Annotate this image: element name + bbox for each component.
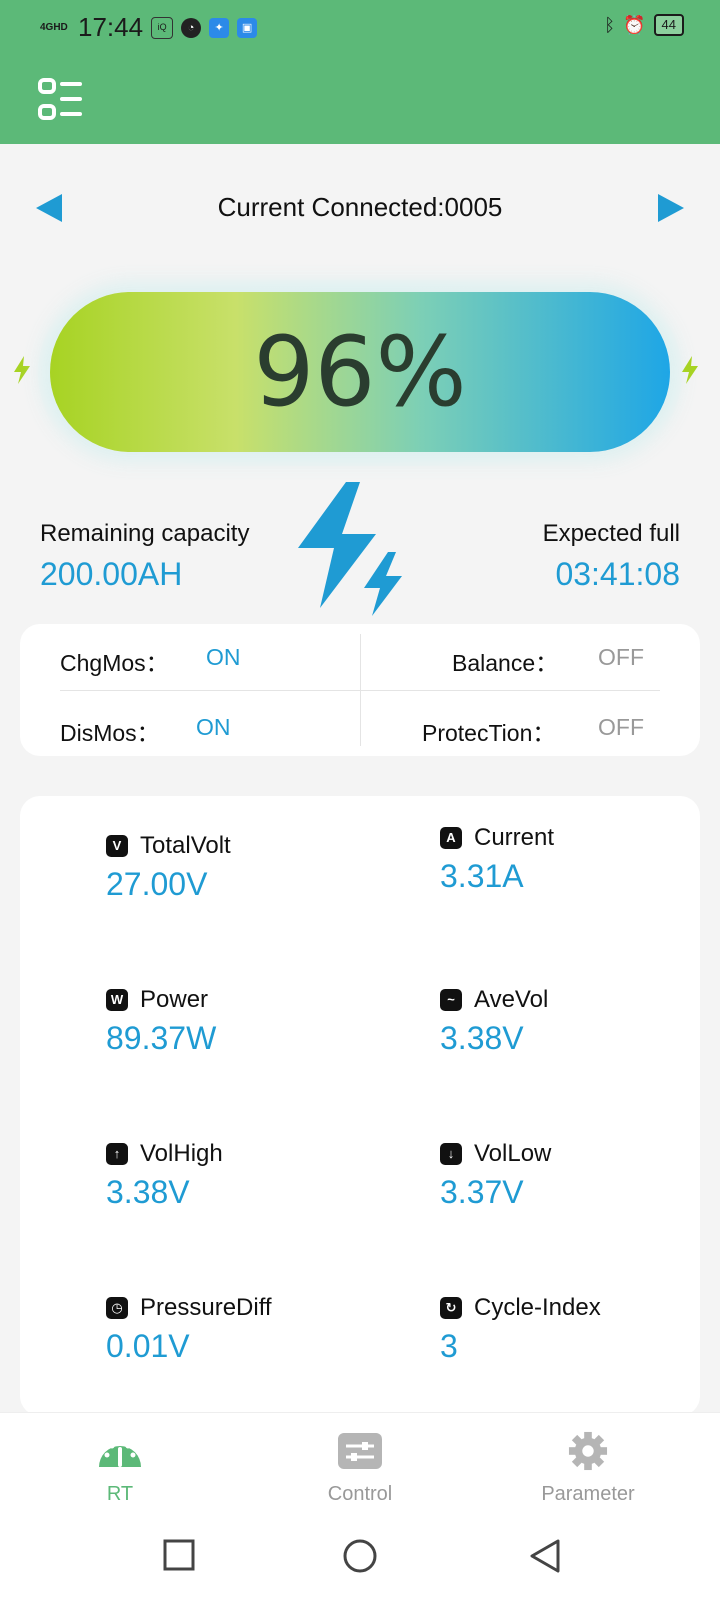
metric-label: Current xyxy=(474,824,555,851)
app-bar xyxy=(0,56,720,144)
voltage-high-icon: ↑ xyxy=(106,1143,128,1165)
metric-ave-vol: ~ AveVol 3.38V xyxy=(440,986,720,1057)
tab-label: Parameter xyxy=(541,1483,635,1505)
tab-control[interactable]: Control xyxy=(280,1431,440,1506)
tab-rt[interactable]: RT xyxy=(40,1431,200,1506)
metric-current: A Current 3.31A xyxy=(440,824,720,895)
metric-value: 3 xyxy=(440,1328,458,1364)
chgmos-value: ON xyxy=(206,644,241,670)
metric-vol-low: ↓ VolLow 3.37V xyxy=(440,1140,720,1211)
circle-notification-icon: ◔ xyxy=(181,17,202,38)
metric-label: VolLow xyxy=(474,1140,552,1167)
back-icon[interactable] xyxy=(528,1538,562,1574)
battery-level-bar: 96% xyxy=(50,292,670,452)
metric-label: AveVol xyxy=(474,986,549,1013)
voltage-low-icon: ↓ xyxy=(440,1143,462,1165)
sliders-icon xyxy=(338,1433,382,1469)
average-voltage-icon: ~ xyxy=(440,989,462,1011)
bird-notification-icon: ✦ xyxy=(209,17,230,38)
metric-total-volt: V TotalVolt 27.00V xyxy=(106,832,406,903)
protection-value: OFF xyxy=(598,714,644,740)
bottom-navigation: RT Control Parameter xyxy=(0,1412,720,1517)
voltage-icon: V xyxy=(106,835,128,857)
next-device-arrow-icon[interactable] xyxy=(656,192,686,224)
home-icon[interactable] xyxy=(342,1538,378,1574)
chgmos-label: ChgMos： xyxy=(60,650,169,676)
metric-label: TotalVolt xyxy=(140,832,231,859)
gauge-icon xyxy=(99,1443,141,1467)
metric-value: 3.38V xyxy=(106,1174,190,1210)
cycle-index-icon: ↻ xyxy=(440,1297,462,1319)
metrics-card: V TotalVolt 27.00V A Current 3.31A W Power … xyxy=(20,796,700,1416)
metric-label: Cycle-Index xyxy=(474,1294,601,1321)
protection-label: ProtecTion： xyxy=(422,720,556,746)
balance-label: Balance： xyxy=(452,650,559,676)
remaining-capacity-value: 200.00AH xyxy=(40,556,183,592)
status-time: 17:44 xyxy=(78,12,144,42)
dismos-value: ON xyxy=(196,714,231,740)
mos-row: ChgMos： ON Balance： OFF xyxy=(20,624,700,690)
metric-value: 89.37W xyxy=(106,1020,217,1056)
menu-icon[interactable] xyxy=(38,78,84,122)
tab-parameter[interactable]: Parameter xyxy=(508,1431,668,1506)
tab-label: Control xyxy=(327,1483,393,1505)
metric-label: Power xyxy=(140,986,209,1013)
gear-icon xyxy=(568,1431,608,1471)
metric-pressure-diff: ◷ PressureDiff 0.01V xyxy=(106,1294,406,1365)
alarm-icon: ⏰ xyxy=(623,14,646,35)
device-selector: Current Connected:0005 xyxy=(0,180,720,236)
chat-notification-icon: ▣ xyxy=(237,17,258,38)
metric-value: 3.37V xyxy=(440,1174,524,1210)
tab-label: RT xyxy=(106,1483,134,1505)
expected-full-label: Expected full xyxy=(542,520,680,547)
iqiyi-notification-icon: iQ xyxy=(151,16,174,39)
remaining-capacity: Remaining capacity 200.00AH xyxy=(40,520,249,593)
battery-percent: 96% xyxy=(253,316,467,428)
metric-label: VolHigh xyxy=(140,1140,223,1167)
metric-power: W Power 89.37W xyxy=(106,986,406,1057)
metric-value: 27.00V xyxy=(106,866,208,902)
metric-value: 0.01V xyxy=(106,1328,190,1364)
metric-value: 3.31A xyxy=(440,858,524,894)
expected-full-value: 03:41:08 xyxy=(555,556,680,592)
current-connected-label: Current Connected:0005 xyxy=(217,192,503,222)
expected-full: Expected full 03:41:08 xyxy=(543,520,680,593)
pressure-diff-icon: ◷ xyxy=(106,1297,128,1319)
network-indicator: 4GHD xyxy=(40,22,68,33)
metric-cycle-index: ↻ Cycle-Index 3 xyxy=(440,1294,720,1365)
battery-indicator: 44 xyxy=(653,14,684,36)
balance-value: OFF xyxy=(598,644,644,670)
dismos-label: DisMos： xyxy=(60,720,160,746)
status-bar: 4GHD 17:44 iQ ◔ ✦ ▣ ᛒ ⏰ 44 xyxy=(0,0,720,56)
system-navigation-bar xyxy=(0,1516,720,1600)
mos-row: DisMos： ON ProtecTion： OFF xyxy=(20,694,700,760)
battery-level-display: 96% xyxy=(38,280,682,466)
recent-apps-icon[interactable] xyxy=(162,1538,196,1572)
metric-vol-high: ↑ VolHigh 3.38V xyxy=(106,1140,406,1211)
remaining-capacity-label: Remaining capacity xyxy=(40,520,250,547)
charging-bolt-icon xyxy=(298,482,402,616)
charging-bolt-left-icon xyxy=(14,356,30,384)
charging-bolt-right-icon xyxy=(682,356,698,384)
bluetooth-icon: ᛒ xyxy=(604,14,616,35)
metric-label: PressureDiff xyxy=(140,1294,272,1321)
power-icon: W xyxy=(106,989,128,1011)
mos-status-card: ChgMos： ON Balance： OFF DisMos： ON Prote… xyxy=(20,624,700,756)
current-icon: A xyxy=(440,827,462,849)
metric-value: 3.38V xyxy=(440,1020,524,1056)
